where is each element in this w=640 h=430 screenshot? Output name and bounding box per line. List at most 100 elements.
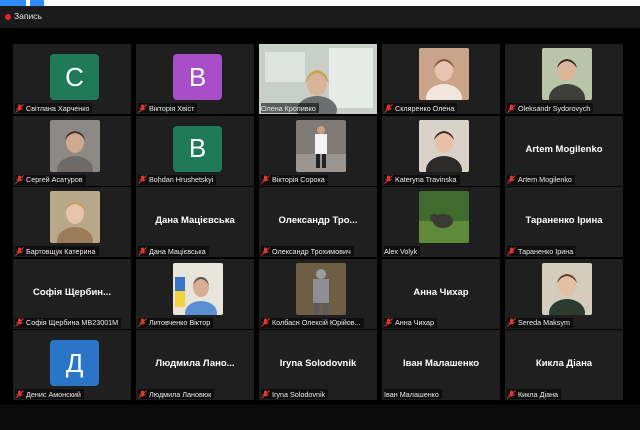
muted-mic-icon [261,318,270,327]
participant-video [50,119,100,172]
recording-label[interactable]: Запись [14,11,42,21]
participant-tile[interactable]: Сергей Асатуров [13,115,131,186]
participant-display-name: Софія Щербин... [33,286,111,298]
participant-name: Олександр Трохимович [272,246,351,256]
muted-mic-icon [15,175,24,184]
participant-display-name: Кикла Діана [535,358,593,369]
participant-tile[interactable]: Alex Volyk [382,187,500,257]
participant-display-name: Тараненко Ірина [525,215,603,226]
participant-tile[interactable]: Sereda Maksym [505,258,623,329]
participant-name-caption: Олена Кропивко [261,103,319,113]
muted-mic-icon [384,103,393,113]
participant-name: Вікторія Сорока [272,175,325,184]
participant-tile[interactable]: Дана Мацієвська Дана Мацієвська [136,187,254,257]
participant-name: Людмила Лановюк [149,389,212,399]
participant-name: Вікторія Хвіст [149,103,195,113]
participant-name-caption: Скляренко Олена [384,103,458,113]
participant-tile[interactable]: Oleksandr Sydorovych [505,44,623,114]
participant-name: Sereda Maksym [518,318,570,327]
participant-name: Олена Кропивко [261,103,316,113]
participant-name: Дана Мацієвська [149,246,206,256]
participant-tile[interactable]: Д Денис Амонский [13,330,131,400]
participant-tile[interactable]: B Вікторія Хвіст [136,44,254,114]
participant-display-name: Олександр Тро... [278,215,358,226]
participant-name-caption: Колбасн Олексій Юрійов... [261,317,364,328]
participant-video [419,191,469,243]
participant-name-caption: Вікторія Хвіст [138,103,198,113]
participant-avatar: C [50,54,99,100]
muted-mic-icon [261,175,270,184]
participant-tile[interactable]: Олена Кропивко [259,44,377,114]
muted-mic-icon [384,318,393,327]
participant-name-caption: Анна Чихар [384,317,438,328]
participant-name-caption: Софія Щербина МВ23001М [15,317,122,328]
participant-tile[interactable]: Artem Mogilenko Artem Mogilenko [505,115,623,186]
participant-tile[interactable]: Іван Малашенко Іван Малашенко [382,330,500,400]
participant-name-caption: Bohdan Hrushetskyi [138,174,217,185]
participant-tile[interactable]: Олександр Тро... Олександр Трохимович [259,187,377,257]
participant-tile[interactable]: Кикла Діана Кикла Діана [505,330,623,400]
muted-mic-icon [384,175,393,184]
participant-name-caption: Дана Мацієвська [138,246,209,256]
participant-tile[interactable]: Литовченко Віктор [136,258,254,329]
participant-name: Бартовщук Катерина [26,246,96,256]
participant-tile[interactable]: Колбасн Олексій Юрійов... [259,258,377,329]
participant-tile[interactable]: Людмила Лано... Людмила Лановюк [136,330,254,400]
participant-name: Литовченко Віктор [149,318,211,327]
muted-mic-icon [507,389,516,399]
participant-name-caption: Світлана Харченко [15,103,93,113]
participant-tile[interactable]: B Bohdan Hrushetskyi [136,115,254,186]
participant-name: Сергей Асатуров [26,175,83,184]
bottom-area [0,405,640,430]
muted-mic-icon [507,103,516,113]
participant-name-caption: Artem Mogilenko [507,174,575,185]
participant-name-caption: Кикла Діана [507,389,562,399]
participant-display-name: Artem Mogilenko [525,143,603,155]
participant-tile[interactable]: C Світлана Харченко [13,44,131,114]
participant-tile[interactable]: Софія Щербин... Софія Щербина МВ23001М [13,258,131,329]
participant-video [419,119,469,172]
participant-avatar: Д [50,340,99,386]
participant-name: Kateryna Travinska [395,175,457,184]
participant-tile[interactable]: Kateryna Travinska [382,115,500,186]
participant-name-caption: Людмила Лановюк [138,389,215,399]
muted-mic-icon [507,175,516,184]
recording-bar: Запись [0,6,640,28]
participant-tile[interactable]: Скляренко Олена [382,44,500,114]
participant-tile[interactable]: Бартовщук Катерина [13,187,131,257]
muted-mic-icon [261,389,270,399]
participant-video [419,48,469,100]
participant-tile[interactable]: Анна Чихар Анна Чихар [382,258,500,329]
participant-name-caption: Kateryna Travinska [384,174,460,185]
participant-tile[interactable]: Тараненко Ірина Тараненко Ірина [505,187,623,257]
muted-mic-icon [138,103,147,113]
participant-avatar: B [173,125,222,172]
participant-name: Тараненко Ірина [518,246,574,256]
participant-display-name: Людмила Лано... [155,358,235,369]
participant-name-caption: Бартовщук Катерина [15,246,99,256]
participant-grid: C Світлана Харченко B Вікторія Хвіст Олена К… [13,44,623,400]
participant-name-caption: Alex Volyk [384,246,421,256]
participant-display-name: Iryna Solodovnik [279,358,357,369]
participant-name-caption: Sereda Maksym [507,317,573,328]
muted-mic-icon [138,175,147,184]
participant-avatar: B [173,54,222,100]
muted-mic-icon [261,246,270,256]
participant-name: Колбасн Олексій Юрійов... [272,318,361,327]
participant-name-caption: Сергей Асатуров [15,174,86,185]
participant-tile[interactable]: Iryna Solodovnik Iryna Solodovnik [259,330,377,400]
participant-name: Artem Mogilenko [518,175,572,184]
muted-mic-icon [15,246,24,256]
participant-name: Oleksandr Sydorovych [518,103,591,113]
participant-display-name: Дана Мацієвська [155,215,235,226]
participant-display-name: Іван Малашенко [402,358,480,369]
muted-mic-icon [138,246,147,256]
muted-mic-icon [507,246,516,256]
participant-video [296,262,346,315]
participant-name: Bohdan Hrushetskyi [149,175,214,184]
participant-name: Софія Щербина МВ23001М [26,318,119,327]
participant-name: Кикла Діана [518,389,559,399]
participant-video [173,262,223,315]
participant-tile[interactable]: Вікторія Сорока [259,115,377,186]
muted-mic-icon [138,318,147,327]
